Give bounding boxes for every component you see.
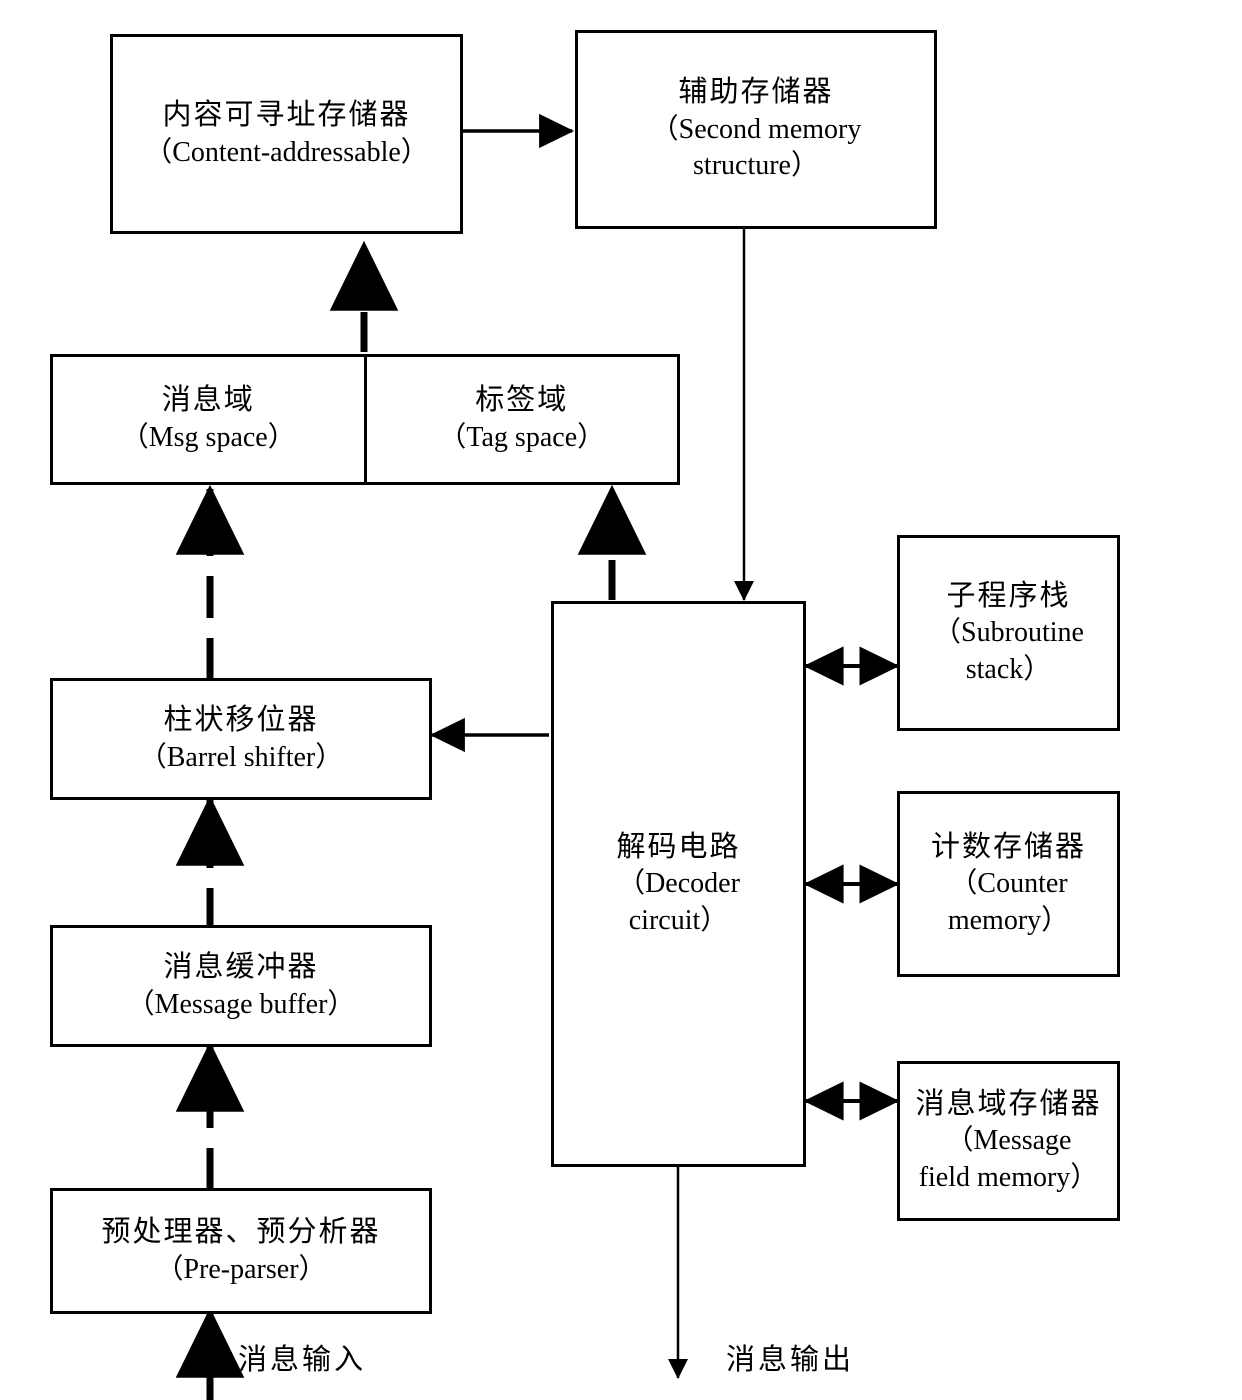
node-subroutine-stack-label-en2: stack） xyxy=(965,653,1052,685)
node-msg-space-label-cn: 消息域 xyxy=(161,384,255,417)
diagram-canvas: 内容可寻址存储器 （Content-addressable） 辅助存储器 （Se… xyxy=(0,0,1242,1400)
label-message-input: 消息输入 xyxy=(238,1344,367,1376)
node-content-addressable-memory[interactable]: 内容可寻址存储器 （Content-addressable） xyxy=(110,34,463,234)
node-pre-parser-label-en: （Pre-parser） xyxy=(155,1253,327,1285)
node-barrel-shifter[interactable]: 柱状移位器 （Barrel shifter） xyxy=(50,678,432,800)
node-msg-space-label-en: （Msg space） xyxy=(120,422,296,454)
node-decoder-label-en2: circuit） xyxy=(628,904,729,936)
node-message-field-memory-label-en1: （Message xyxy=(945,1125,1072,1157)
node-msg-tag-space: 消息域 （Msg space） 标签域 （Tag space） xyxy=(50,354,680,485)
node-message-buffer-label-cn: 消息缓冲器 xyxy=(163,950,319,983)
node-subroutine-stack-label-en1: （Subroutine xyxy=(933,617,1084,649)
node-subroutine-stack[interactable]: 子程序栈 （Subroutine stack） xyxy=(897,535,1120,731)
node-cam-label-en: （Content-addressable） xyxy=(144,136,429,168)
node-message-field-memory[interactable]: 消息域存储器 （Message field memory） xyxy=(897,1061,1120,1221)
label-message-output: 消息输出 xyxy=(726,1344,855,1376)
node-counter-memory[interactable]: 计数存储器 （Counter memory） xyxy=(897,791,1120,977)
node-tag-space-label-cn: 标签域 xyxy=(475,384,569,417)
node-counter-memory-label-en2: memory） xyxy=(947,904,1070,936)
node-barrel-shifter-label-en: （Barrel shifter） xyxy=(138,741,344,773)
node-decoder-circuit[interactable]: 解码电路 （Decoder circuit） xyxy=(551,601,806,1167)
node-barrel-shifter-label-cn: 柱状移位器 xyxy=(163,703,319,736)
node-tag-space[interactable]: 标签域 （Tag space） xyxy=(367,357,678,482)
node-subroutine-stack-label-cn: 子程序栈 xyxy=(946,579,1071,612)
node-tag-space-label-en: （Tag space） xyxy=(438,422,606,454)
node-second-memory-label-en2: structure） xyxy=(693,150,819,182)
node-message-buffer[interactable]: 消息缓冲器 （Message buffer） xyxy=(50,925,432,1047)
node-second-memory-label-cn: 辅助存储器 xyxy=(678,76,834,109)
node-counter-memory-label-en1: （Counter xyxy=(949,868,1068,900)
node-message-field-memory-label-cn: 消息域存储器 xyxy=(915,1087,1102,1120)
node-decoder-label-cn: 解码电路 xyxy=(616,830,741,863)
node-decoder-label-en1: （Decoder xyxy=(617,868,740,900)
node-pre-parser-label-cn: 预处理器、预分析器 xyxy=(101,1215,381,1248)
node-second-memory-structure[interactable]: 辅助存储器 （Second memory structure） xyxy=(575,30,937,229)
node-msg-space[interactable]: 消息域 （Msg space） xyxy=(53,357,367,482)
node-cam-label-cn: 内容可寻址存储器 xyxy=(162,98,411,131)
node-pre-parser[interactable]: 预处理器、预分析器 （Pre-parser） xyxy=(50,1188,432,1314)
node-message-field-memory-label-en2: field memory） xyxy=(918,1161,1099,1193)
node-counter-memory-label-cn: 计数存储器 xyxy=(930,830,1086,863)
node-second-memory-label-en1: （Second memory xyxy=(650,113,862,145)
node-message-buffer-label-en: （Message buffer） xyxy=(126,988,356,1020)
